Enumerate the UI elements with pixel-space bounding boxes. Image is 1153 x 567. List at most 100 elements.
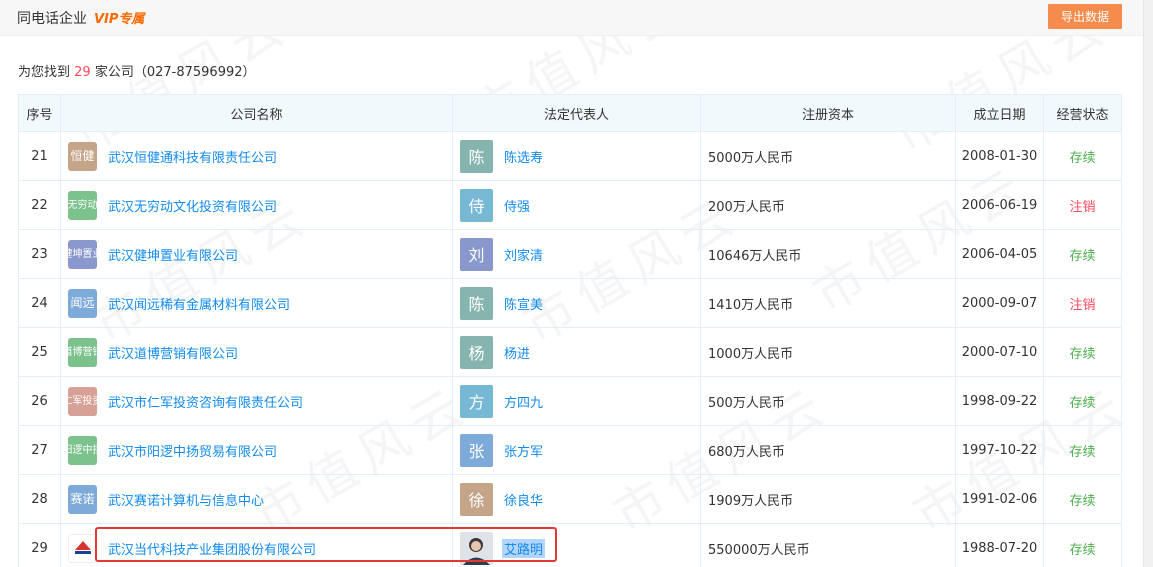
established-date: 2000-07-10 <box>955 327 1044 377</box>
table-row[interactable]: 25 道博营销 武汉道博营销有限公司 杨 杨进 1000万人民币 2000-07… <box>18 327 1122 377</box>
person-avatar: 张 <box>460 433 493 467</box>
date-text: 1998-09-22 <box>961 393 1038 409</box>
company-link[interactable]: 武汉赛诺计算机与信息中心 <box>108 490 264 509</box>
legal-rep-link[interactable]: 陈选寿 <box>504 147 543 166</box>
established-date: 2000-09-07 <box>955 278 1044 328</box>
registered-capital: 680万人民币 <box>700 425 956 475</box>
legal-rep-link[interactable]: 侍强 <box>504 196 530 215</box>
vertical-scrollbar[interactable] <box>1143 0 1153 567</box>
status-text: 注销 <box>1069 199 1096 215</box>
table-row[interactable]: 21 恒健 武汉恒健通科技有限责任公司 陈 陈选寿 5000万人民币 2008-… <box>18 131 1122 181</box>
row-index-text: 24 <box>31 295 48 311</box>
row-index-text: 23 <box>31 246 48 262</box>
company-cell: 闻远 武汉闻远稀有金属材料有限公司 <box>60 278 453 328</box>
company-link[interactable]: 武汉无穷动文化投资有限公司 <box>108 196 277 215</box>
company-link[interactable]: 武汉道博营销有限公司 <box>108 343 238 362</box>
established-date: 2006-04-05 <box>955 229 1044 279</box>
registered-capital: 1000万人民币 <box>700 327 956 377</box>
capital-text: 550000万人民币 <box>708 542 810 558</box>
column-header-date: 成立日期 <box>955 94 1044 132</box>
status-text: 存续 <box>1069 395 1096 411</box>
company-logo: 赛诺 <box>68 484 97 514</box>
company-link[interactable]: 武汉市仁军投资咨询有限责任公司 <box>108 392 303 411</box>
result-summary: 为您找到 29 家公司（027-87596992） <box>18 61 256 80</box>
operating-status: 存续 <box>1043 523 1122 567</box>
result-count: 29 <box>74 65 91 80</box>
operating-status: 存续 <box>1043 229 1122 279</box>
table-row[interactable]: 26 仁军投资 武汉市仁军投资咨询有限责任公司 方 方四九 500万人民币 19… <box>18 376 1122 426</box>
status-text: 注销 <box>1069 297 1096 313</box>
table-row[interactable]: 29 武汉当代科技产业集团股份有限公司 艾路明 550000万人民币 1988-… <box>18 523 1122 567</box>
established-date: 1991-02-06 <box>955 474 1044 524</box>
company-cell: 健坤置业 武汉健坤置业有限公司 <box>60 229 453 279</box>
person-avatar: 陈 <box>460 286 493 320</box>
capital-text: 500万人民币 <box>708 395 785 411</box>
table-row[interactable]: 28 赛诺 武汉赛诺计算机与信息中心 徐 徐良华 1909万人民币 1991-0… <box>18 474 1122 524</box>
summary-prefix: 为您找到 <box>18 65 71 80</box>
operating-status: 存续 <box>1043 131 1122 181</box>
legal-rep-link[interactable]: 杨进 <box>504 343 530 362</box>
established-date: 1997-10-22 <box>955 425 1044 475</box>
column-header-capital: 注册资本 <box>700 94 956 132</box>
legal-rep-cell: 陈 陈选寿 <box>452 131 701 181</box>
status-text: 存续 <box>1069 542 1096 558</box>
company-cell: 恒健 武汉恒健通科技有限责任公司 <box>60 131 453 181</box>
registered-capital: 1410万人民币 <box>700 278 956 328</box>
legal-rep-link[interactable]: 方四九 <box>504 392 543 411</box>
table-row[interactable]: 24 闻远 武汉闻远稀有金属材料有限公司 陈 陈宣美 1410万人民币 2000… <box>18 278 1122 328</box>
legal-rep-cell: 刘 刘家清 <box>452 229 701 279</box>
row-index-text: 21 <box>31 148 48 164</box>
status-text: 存续 <box>1069 444 1096 460</box>
row-index: 21 <box>18 131 61 181</box>
operating-status: 存续 <box>1043 425 1122 475</box>
legal-rep-link[interactable]: 张方军 <box>504 441 543 460</box>
registered-capital: 550000万人民币 <box>700 523 956 567</box>
person-avatar: 杨 <box>460 335 493 369</box>
company-cell: 仁军投资 武汉市仁军投资咨询有限责任公司 <box>60 376 453 426</box>
company-logo-icon <box>68 533 97 563</box>
row-index: 29 <box>18 523 61 567</box>
date-text: 2006-04-05 <box>961 246 1038 262</box>
company-cell: 道博营销 武汉道博营销有限公司 <box>60 327 453 377</box>
table-row[interactable]: 22 无穷动 武汉无穷动文化投资有限公司 侍 侍强 200万人民币 2006-0… <box>18 180 1122 230</box>
status-text: 存续 <box>1069 248 1096 264</box>
table-row[interactable]: 27 阳逻中扬 武汉市阳逻中扬贸易有限公司 张 张方军 680万人民币 1997… <box>18 425 1122 475</box>
date-text: 2006-06-19 <box>961 197 1038 213</box>
export-data-button[interactable]: 导出数据 <box>1048 4 1122 29</box>
company-link[interactable]: 武汉闻远稀有金属材料有限公司 <box>108 294 290 313</box>
row-index: 27 <box>18 425 61 475</box>
operating-status: 存续 <box>1043 474 1122 524</box>
date-text: 1991-02-06 <box>961 491 1038 507</box>
date-text: 1988-07-20 <box>961 540 1038 556</box>
row-index-text: 25 <box>31 344 48 360</box>
column-header-legal-rep: 法定代表人 <box>452 94 701 132</box>
company-emblem-icon <box>74 541 91 554</box>
legal-rep-link[interactable]: 刘家清 <box>504 245 543 264</box>
person-avatar: 陈 <box>460 139 493 173</box>
table-row[interactable]: 23 健坤置业 武汉健坤置业有限公司 刘 刘家清 10646万人民币 2006-… <box>18 229 1122 279</box>
registered-capital: 1909万人民币 <box>700 474 956 524</box>
legal-rep-link[interactable]: 徐良华 <box>504 490 543 509</box>
company-cell: 无穷动 武汉无穷动文化投资有限公司 <box>60 180 453 230</box>
legal-rep-link[interactable]: 陈宣美 <box>504 294 543 313</box>
person-avatar: 侍 <box>460 188 493 222</box>
row-index-text: 28 <box>31 491 48 507</box>
company-link[interactable]: 武汉市阳逻中扬贸易有限公司 <box>108 441 277 460</box>
date-text: 2000-09-07 <box>961 295 1038 311</box>
status-text: 存续 <box>1069 493 1096 509</box>
row-index-text: 26 <box>31 393 48 409</box>
company-logo: 仁军投资 <box>63 386 103 416</box>
company-link[interactable]: 武汉健坤置业有限公司 <box>108 245 238 264</box>
vip-badge: VIP专属 <box>94 12 145 27</box>
company-table: 序号 公司名称 法定代表人 注册资本 成立日期 经营状态 21 恒健 武汉恒健通… <box>18 94 1122 567</box>
operating-status: 存续 <box>1043 376 1122 426</box>
registered-capital: 500万人民币 <box>700 376 956 426</box>
date-text: 2000-07-10 <box>961 344 1038 360</box>
legal-rep-link[interactable]: 艾路明 <box>502 538 546 558</box>
capital-text: 680万人民币 <box>708 444 785 460</box>
company-link[interactable]: 武汉恒健通科技有限责任公司 <box>108 147 277 166</box>
section-title: 同电话企业 <box>17 10 87 27</box>
capital-text: 1000万人民币 <box>708 346 794 362</box>
company-link[interactable]: 武汉当代科技产业集团股份有限公司 <box>108 539 316 558</box>
operating-status: 注销 <box>1043 278 1122 328</box>
